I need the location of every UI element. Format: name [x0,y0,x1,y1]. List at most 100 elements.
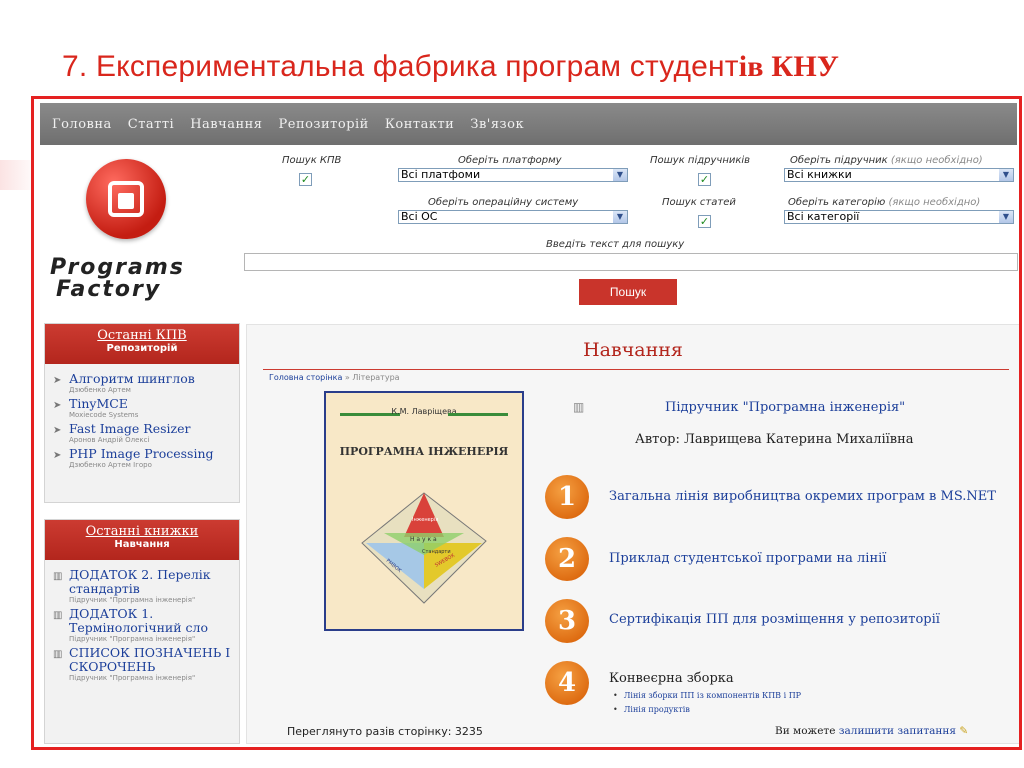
book-icon: ▥ [53,610,63,621]
list-item-author: Аронов Андрій Олексі [69,436,150,444]
logo-emblem-icon [86,159,166,239]
textbook-search-label: Пошук підручників [650,155,751,166]
category-select-value: Всі категорії [787,210,860,223]
website-frame: Головна Статті Навчання Репозиторій Конт… [31,96,1022,750]
page-views-counter: Переглянуто разів сторінку: 3235 [287,725,483,738]
kpv-search-label: Пошук КПВ [282,155,342,166]
textbook-title[interactable]: Підручник "Програмна інженерія" [665,400,905,415]
latest-books-header: Останні книжки Навчання [45,520,239,560]
ask-question: Ви можете залишити запитання ✎ [775,725,968,737]
latest-kpv-header: Останні КПВ Репозиторій [45,324,239,364]
step-2-link[interactable]: Приклад студентської програми на лінії [609,551,886,566]
cover-inner-label: Стандарти [422,549,451,555]
nav-contacts[interactable]: Контакти [385,117,454,132]
platform-select-value: Всі платфоми [401,168,481,181]
cover-diagram-icon: Інженерія Н а у к а Стандарти SWEBOK PMB… [361,492,487,604]
textbook-icon: ▥ [573,400,585,414]
os-select[interactable]: Всі ОС ▼ [398,210,628,224]
book-icon: ▥ [53,571,63,582]
slide-title-tail: ів КНУ [738,50,840,83]
step-1-link[interactable]: Загальна лінія виробництва окремих прогр… [609,489,996,504]
latest-books-panel: Останні книжки Навчання ▥ ДОДАТОК 2. Пере… [44,519,240,744]
pencil-icon[interactable]: ✎ [959,725,968,737]
textbook-label: Оберіть підручник (якщо необхідно) [790,155,983,166]
list-item-title: СПИСОК ПОЗНАЧЕНЬ І СКОРОЧЕНЬ [69,645,231,674]
component-icon: ➤ [53,400,62,411]
list-item[interactable]: ▥ ДОДАТОК 2. Перелік стандартів Підручник … [45,568,239,605]
step-4-label: Конвеєрна зборка [609,671,734,686]
list-item-title: Алгоритм шинглов [69,371,195,386]
cover-inner-label: Н а у к а [410,536,437,543]
list-item[interactable]: ➤ TinyMCE Moxiecode Systems [45,397,239,420]
os-label: Оберіть операційну систему [428,197,579,208]
component-icon: ➤ [53,450,62,461]
list-item-author: Дзюбенко Артем Ігоро [69,461,152,469]
list-item-title: Fast Image Resizer [69,421,191,436]
category-label: Оберіть категорію (якщо необхідно) [788,197,980,208]
bullet-link-product-line[interactable]: Лінія продуктів [613,705,690,714]
latest-books-title[interactable]: Останні книжки [45,524,239,539]
breadcrumb-home-link[interactable]: Головна сторінка [269,373,342,382]
author-line: Автор: Лаврищева Катерина Михаліївна [635,432,914,447]
chevron-down-icon: ▼ [999,211,1013,223]
cover-inner-label: Інженерія [412,517,438,523]
textbook-label-text: Оберіть підручник [790,155,888,166]
chevron-down-icon: ▼ [613,211,627,223]
category-select[interactable]: Всі категорії ▼ [784,210,1014,224]
step-2-badge: 2 [545,537,589,581]
list-item[interactable]: ➤ PHP Image Processing Дзюбенко Артем Ігор… [45,447,239,470]
book-cover-image: К.М. Лавріщева ПРОГРАМНА ІНЖЕНЕРІЯ Інжен… [324,391,524,631]
step-1-badge: 1 [545,475,589,519]
nav-home[interactable]: Головна [52,117,112,132]
search-button[interactable]: Пошук [579,279,677,305]
nav-articles[interactable]: Статті [128,117,174,132]
page-title: Навчання [583,339,683,361]
ask-prefix: Ви можете [775,725,839,737]
list-item-source: Підручник "Програмна інженерія" [69,635,196,643]
list-item-source: Підручник "Програмна інженерія" [69,596,196,604]
list-item[interactable]: ▥ СПИСОК ПОЗНАЧЕНЬ І СКОРОЧЕНЬ Підручник "… [45,646,239,683]
nav-connection[interactable]: Зв'язок [470,117,524,132]
chevron-down-icon: ▼ [613,169,627,181]
latest-kpv-subtitle: Репозиторій [106,343,178,354]
textbook-select[interactable]: Всі книжки ▼ [784,168,1014,182]
kpv-search-checkbox[interactable]: ✓ [299,173,312,186]
list-item[interactable]: ➤ Fast Image Resizer Аронов Андрій Олексі [45,422,239,445]
latest-kpv-title[interactable]: Останні КПВ [45,328,239,343]
step-4-badge: 4 [545,661,589,705]
list-item-author: Moxiecode Systems [69,411,139,419]
textbook-optional-text: (якщо необхідно) [890,155,983,166]
top-navigation: Головна Статті Навчання Репозиторій Конт… [40,103,1017,145]
breadcrumb: Головна сторінка » Література [269,373,400,382]
platform-label: Оберіть платформу [458,155,562,166]
articles-search-checkbox[interactable]: ✓ [698,215,711,228]
step-3-badge: 3 [545,599,589,643]
os-select-value: Всі ОС [401,210,438,223]
component-icon: ➤ [53,375,62,386]
category-label-text: Оберіть категорію [788,197,886,208]
search-input[interactable] [244,253,1018,271]
step-3-link[interactable]: Сертифікація ПП для розміщення у репозит… [609,612,940,627]
articles-search-label: Пошук статей [662,197,736,208]
programs-factory-logo[interactable]: Programs Factory [50,159,240,309]
slide-title-text: 7. Експериментальна фабрика програм студ… [62,50,739,83]
latest-kpv-panel: Останні КПВ Репозиторій ➤ Алгоритм шингло… [44,323,240,503]
list-item-author: Дзюбенко Артем [69,386,131,394]
main-content: Навчання Головна сторінка » Література К… [246,324,1019,744]
list-item-title: ДОДАТОК 2. Перелік стандартів [69,567,211,596]
ask-question-link[interactable]: залишити запитання [839,725,956,737]
list-item[interactable]: ➤ Алгоритм шинглов Дзюбенко Артем [45,372,239,395]
slide-title: 7. Експериментальна фабрика програм студ… [62,50,839,84]
nav-repository[interactable]: Репозиторій [279,117,369,132]
latest-books-subtitle: Навчання [114,539,170,550]
textbook-search-checkbox[interactable]: ✓ [698,173,711,186]
list-item-source: Підручник "Програмна інженерія" [69,674,196,682]
list-item[interactable]: ▥ ДОДАТОК 1. Термінологічний сло Підручник… [45,607,239,644]
list-item-title: PHP Image Processing [69,446,214,461]
category-optional-text: (якщо необхідно) [888,197,981,208]
book-icon: ▥ [53,649,63,660]
platform-select[interactable]: Всі платфоми ▼ [398,168,628,182]
bullet-link-assembly-line[interactable]: Лінія зборки ПП із компонентів КПВ і ПР [613,691,801,700]
nav-learning[interactable]: Навчання [190,117,262,132]
list-item-title: ДОДАТОК 1. Термінологічний сло [69,606,209,635]
